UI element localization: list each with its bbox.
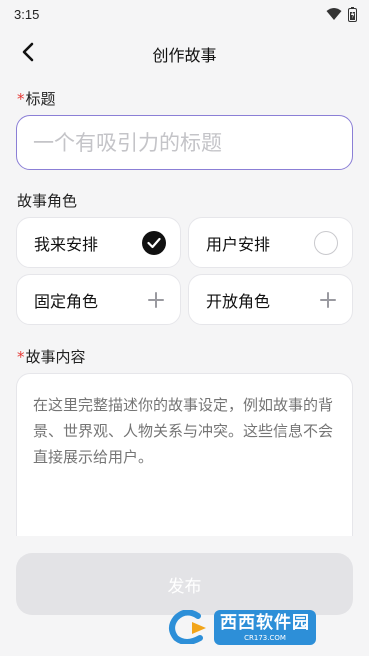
watermark-url: CR173.COM [244,633,286,642]
option-label: 用户安排 [206,234,271,254]
role-option-open-role[interactable]: 开放角色 [188,274,353,325]
content-label-text: 故事内容 [25,348,86,366]
role-option-fixed-role[interactable]: 固定角色 [16,274,181,325]
radio-unselected-icon [314,230,338,255]
status-time: 3:15 [14,6,40,22]
plus-icon [146,290,166,310]
battery-icon [348,6,357,22]
option-label: 开放角色 [206,291,271,311]
watermark-brand: 西西软件园 [220,612,310,633]
watermark-text: 西西软件园 CR173.COM [214,609,316,645]
app-bar: 创作故事 [0,28,369,76]
check-selected-icon [142,230,166,255]
title-label: *标题 [17,88,56,109]
wifi-icon [326,8,342,20]
role-section-label: 故事角色 [17,192,78,210]
required-mark: * [17,90,25,108]
status-icons [326,6,357,22]
watermark: 西西软件园 CR173.COM [168,606,358,648]
status-bar: 3:15 [0,0,369,28]
option-label: 固定角色 [34,291,99,311]
required-mark: * [17,348,25,366]
role-option-self-arrange[interactable]: 我来安排 [16,217,181,268]
title-label-text: 标题 [25,90,56,108]
content-textarea[interactable] [16,373,353,553]
option-label: 我来安排 [34,234,99,254]
role-option-user-arrange[interactable]: 用户安排 [188,217,353,268]
title-input[interactable] [16,115,353,170]
content-label: *故事内容 [17,346,86,367]
plus-icon [318,290,338,310]
watermark-logo-icon [168,609,210,645]
page-title: 创作故事 [152,46,217,65]
